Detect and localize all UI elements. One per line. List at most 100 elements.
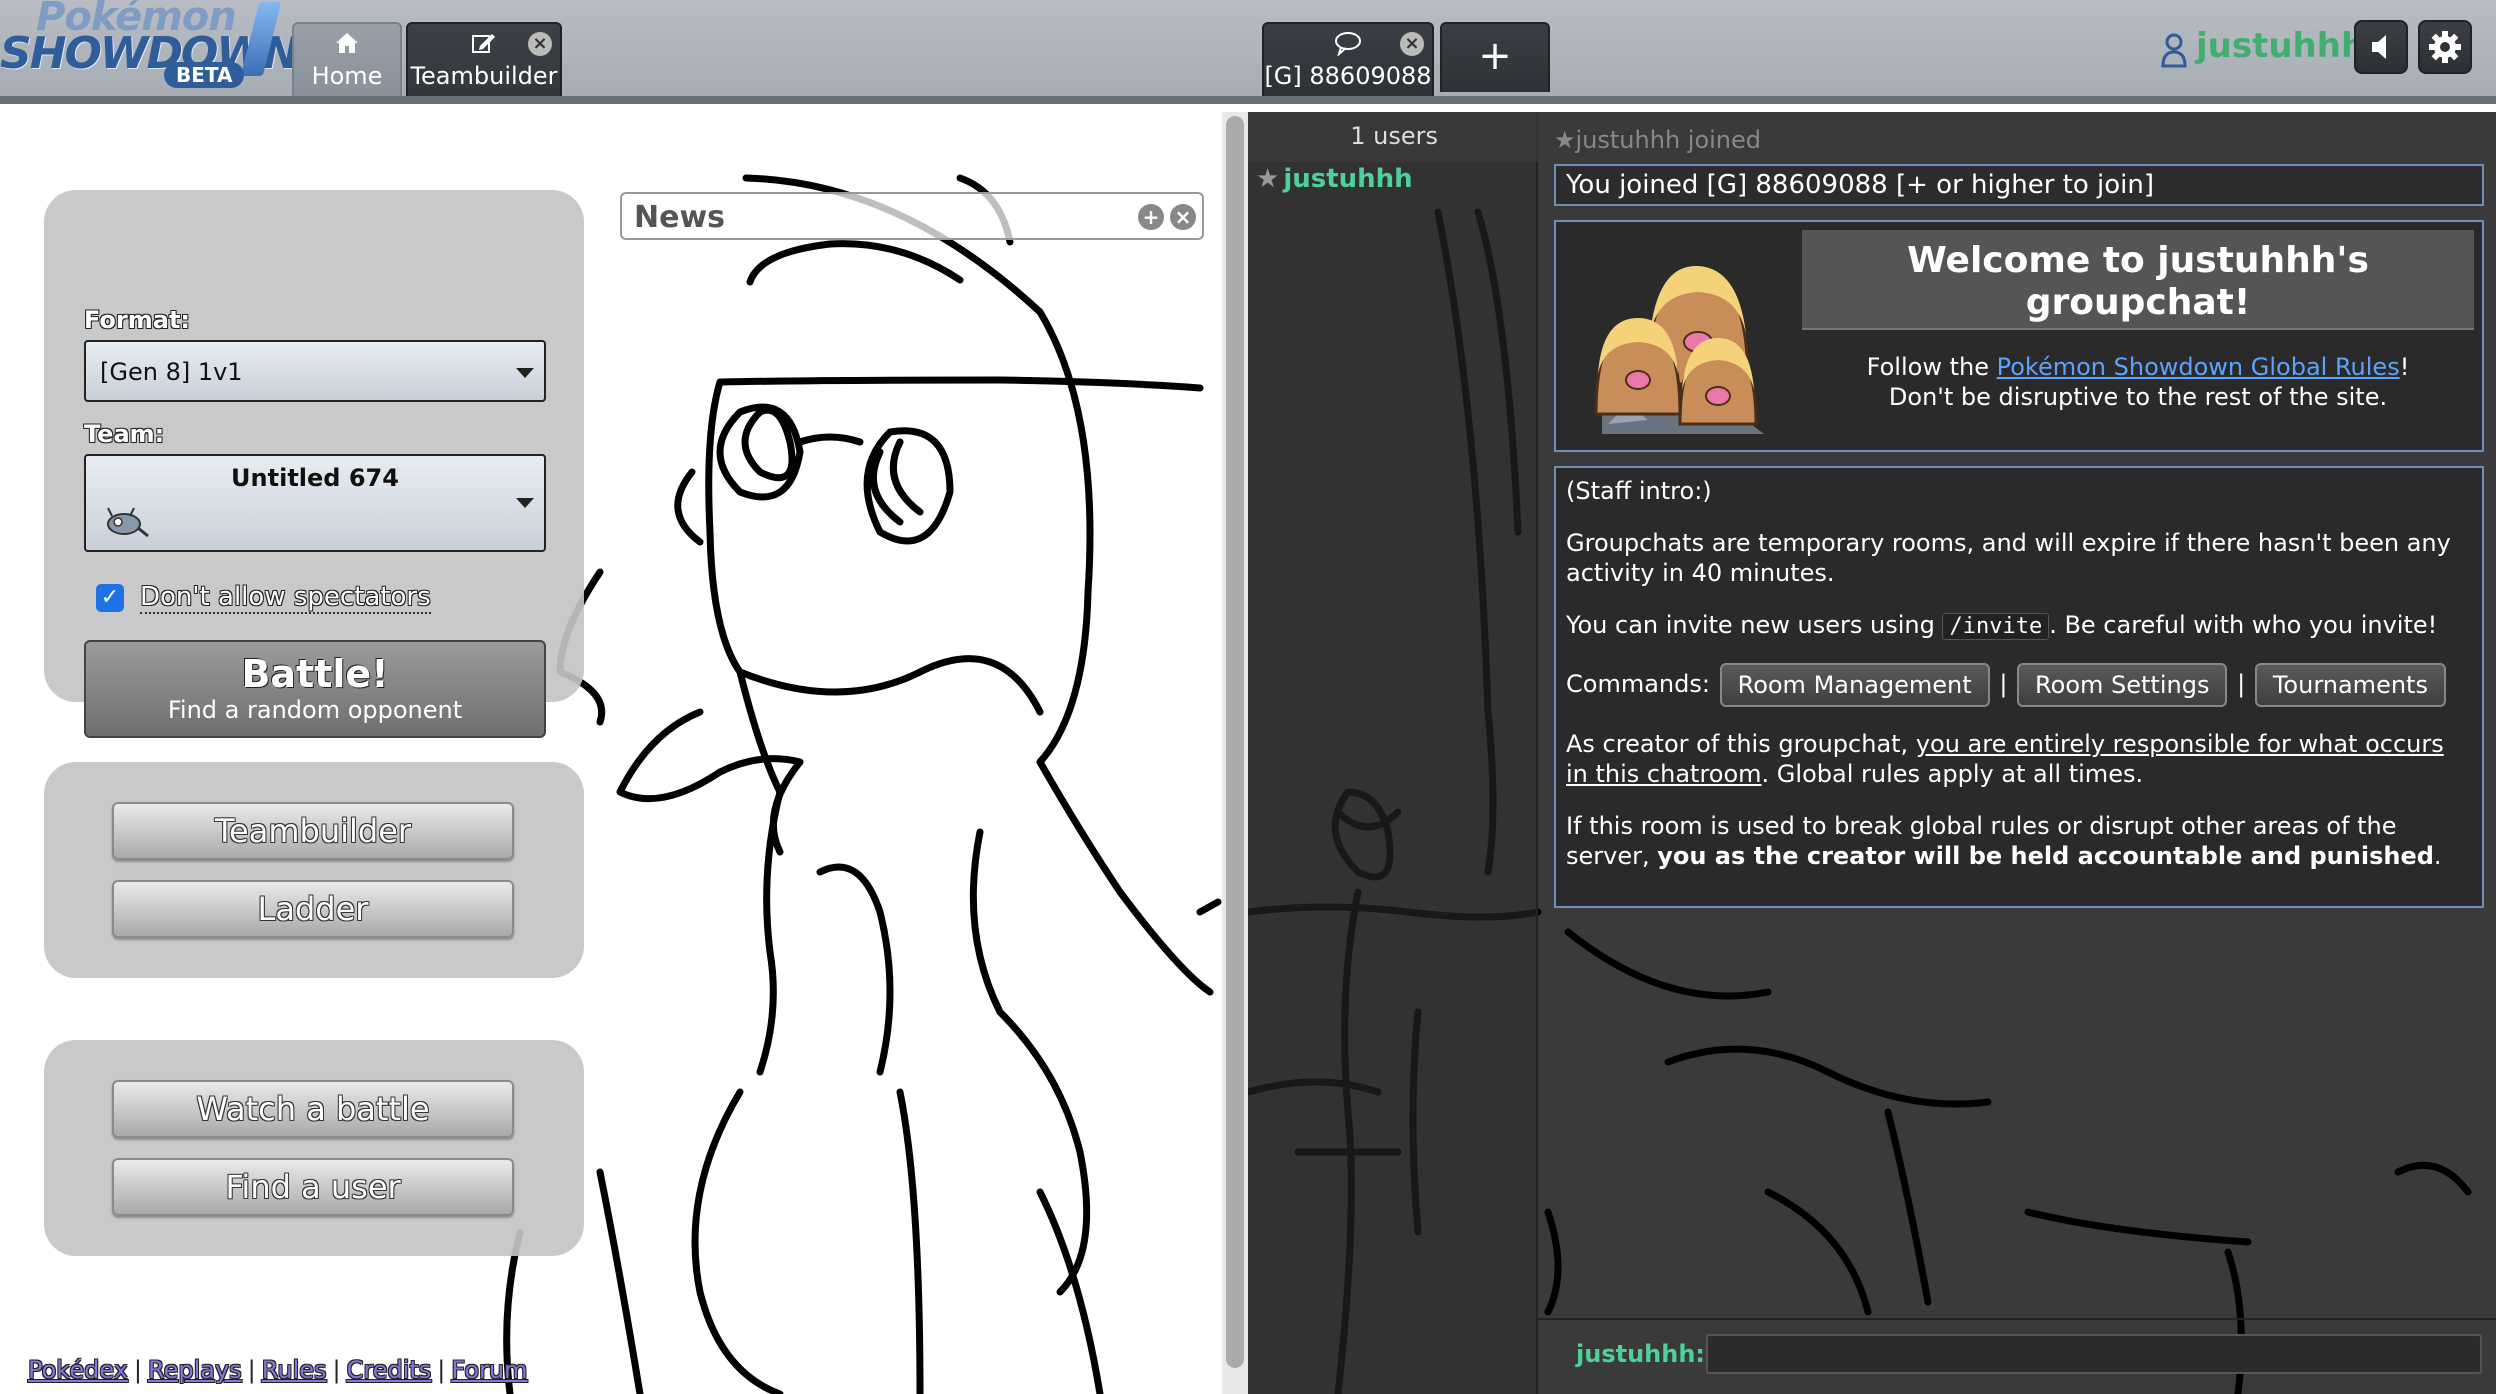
home-scrollbar[interactable] <box>1222 112 1248 1394</box>
welcome-box: Welcome to justuhhh's groupchat! Follow … <box>1554 220 2484 452</box>
footer-links: Pokédex | Replays | Rules | Credits | Forum <box>28 1356 527 1384</box>
invite-command: /invite <box>1942 613 2050 640</box>
battle-button[interactable]: Battle! Find a random opponent <box>84 640 546 738</box>
welcome-follow-suffix: ! <box>2399 353 2410 381</box>
tab-label: Home <box>311 62 383 90</box>
welcome-rules: Follow the Pokémon Showdown Global Rules… <box>1802 352 2474 412</box>
footer-link-replays[interactable]: Replays <box>148 1356 242 1384</box>
creator-accountability-text: If this room is used to break global rul… <box>1566 811 2472 871</box>
plus-icon: + <box>1478 33 1512 79</box>
scrollbar-thumb[interactable] <box>1226 116 1244 1368</box>
break-suffix: . <box>2433 842 2442 870</box>
teambuilder-button[interactable]: Teambuilder <box>112 802 514 860</box>
home-icon <box>294 30 400 60</box>
close-tab-icon[interactable]: × <box>1400 32 1424 56</box>
format-value: [Gen 8] 1v1 <box>100 358 243 386</box>
commands-row: Commands: Room Management | Room Setting… <box>1566 662 2472 707</box>
welcome-follow-prefix: Follow the <box>1866 353 1997 381</box>
welcome-title: Welcome to justuhhh's groupchat! <box>1907 240 2369 323</box>
chat-input-username: justuhhh: <box>1576 1340 1706 1368</box>
tab-room-groupchat[interactable]: [G] 88609088 × <box>1262 22 1434 96</box>
separator: | <box>2237 670 2246 698</box>
tournaments-button[interactable]: Tournaments <box>2254 663 2446 707</box>
staff-intro-title: (Staff intro:) <box>1566 477 1712 505</box>
spectators-label[interactable]: Don't allow spectators <box>140 582 431 614</box>
dugtrio-icon <box>1594 265 1764 434</box>
room-management-button[interactable]: Room Management <box>1719 663 1990 707</box>
ladder-button[interactable]: Ladder <box>112 880 514 938</box>
footer-link-rules[interactable]: Rules <box>262 1356 327 1384</box>
separator: | <box>437 1356 446 1384</box>
separator: | <box>1999 670 2008 698</box>
battle-button-subtitle: Find a random opponent <box>167 696 463 724</box>
creator-responsibility-text: As creator of this groupchat, you are en… <box>1566 729 2472 789</box>
staff-invite-text: You can invite new users using /invite. … <box>1566 610 2472 640</box>
close-tab-icon[interactable]: × <box>528 32 552 56</box>
chat-input-bar: justuhhh: <box>1538 1318 2496 1394</box>
app-window: Pokémon SHOWDOWN BETA Home Teambuilder ×… <box>0 0 2496 1394</box>
options-button[interactable] <box>2418 20 2472 74</box>
user-rank: ★ <box>1256 164 1280 194</box>
joined-message: You joined [G] 88609088 [+ or higher to … <box>1554 164 2484 206</box>
user-name: justuhhh <box>1283 164 1413 194</box>
tab-label: Teambuilder <box>410 62 558 90</box>
find-user-button[interactable]: Find a user <box>112 1158 514 1216</box>
footer-link-pokedex[interactable]: Pokédex <box>28 1356 128 1384</box>
tab-teambuilder[interactable]: Teambuilder × <box>406 22 562 96</box>
speaker-icon <box>2372 35 2386 59</box>
tab-home[interactable]: Home <box>292 22 402 96</box>
new-tab-button[interactable]: + <box>1440 22 1550 92</box>
pokemon-sprite-icon <box>102 504 150 546</box>
chevron-down-icon <box>516 368 534 378</box>
separator: | <box>247 1356 256 1384</box>
format-select[interactable]: [Gen 8] 1v1 <box>84 340 546 402</box>
separator: | <box>133 1356 142 1384</box>
news-panel: News + × <box>620 192 1204 240</box>
break-bold: you as the creator will be held accounta… <box>1657 842 2434 870</box>
battle-form: Format: [Gen 8] 1v1 Team: Untitled 674 ✓… <box>44 190 584 738</box>
header-bar: Pokémon SHOWDOWN BETA Home Teambuilder ×… <box>0 0 2496 104</box>
invite-prefix: You can invite new users using <box>1566 611 1943 639</box>
commands-label: Commands: <box>1566 670 1710 698</box>
battle-button-title: Battle! <box>241 652 389 696</box>
footer-link-credits[interactable]: Credits <box>347 1356 432 1384</box>
user-icon <box>2160 32 2188 68</box>
chat-log: ★justuhhh joined You joined [G] 88609088… <box>1554 120 2484 1310</box>
welcome-disruptive-text: Don't be disruptive to the rest of the s… <box>1888 383 2388 411</box>
join-notice: ★justuhhh joined <box>1554 126 1762 154</box>
close-icon[interactable]: × <box>1170 204 1196 230</box>
invite-suffix: . Be careful with who you invite! <box>2049 611 2438 639</box>
user-list: 1 users ★ justuhhh <box>1248 112 1538 1394</box>
home-panel: Format: [Gen 8] 1v1 Team: Untitled 674 ✓… <box>0 112 1222 1394</box>
room-settings-button[interactable]: Room Settings <box>2017 663 2228 707</box>
separator: | <box>332 1356 341 1384</box>
news-title: News <box>634 200 726 235</box>
user-count[interactable]: 1 users <box>1248 116 1438 162</box>
watch-menu: Watch a battle Find a user <box>44 1040 584 1256</box>
creator-suffix: . Global rules apply at all times. <box>1761 760 2144 788</box>
global-rules-link[interactable]: Pokémon Showdown Global Rules <box>1997 353 2400 381</box>
user-list-item[interactable]: ★ justuhhh <box>1256 164 1413 194</box>
team-select[interactable]: Untitled 674 <box>84 454 546 552</box>
footer-link-forum[interactable]: Forum <box>451 1356 527 1384</box>
teambuilder-menu: Teambuilder Ladder <box>44 762 584 978</box>
team-label: Team: <box>84 420 165 448</box>
username[interactable]: justuhhh <box>2196 26 2365 66</box>
watch-battle-button[interactable]: Watch a battle <box>112 1080 514 1138</box>
format-label: Format: <box>84 306 191 334</box>
spectators-checkbox[interactable]: ✓ <box>96 584 124 612</box>
staff-expire-text: Groupchats are temporary rooms, and will… <box>1566 529 2451 587</box>
welcome-title-bar: Welcome to justuhhh's groupchat! <box>1802 230 2474 330</box>
expand-icon[interactable]: + <box>1138 204 1164 230</box>
gear-icon <box>2429 31 2461 63</box>
team-value: Untitled 674 <box>231 464 399 492</box>
staff-intro-box: (Staff intro:) Groupchats are temporary … <box>1554 466 2484 908</box>
tab-label: [G] 88609088 <box>1264 62 1432 90</box>
logo-badge: BETA <box>164 62 245 88</box>
sound-button[interactable] <box>2354 20 2408 74</box>
creator-prefix: As creator of this groupchat, <box>1566 730 1916 758</box>
chevron-down-icon <box>516 498 534 508</box>
pokemon-showdown-logo[interactable]: Pokémon SHOWDOWN BETA <box>0 0 300 96</box>
chat-input[interactable] <box>1706 1334 2482 1374</box>
chat-room: 1 users ★ justuhhh ★justuhhh joined You j… <box>1248 112 2496 1394</box>
